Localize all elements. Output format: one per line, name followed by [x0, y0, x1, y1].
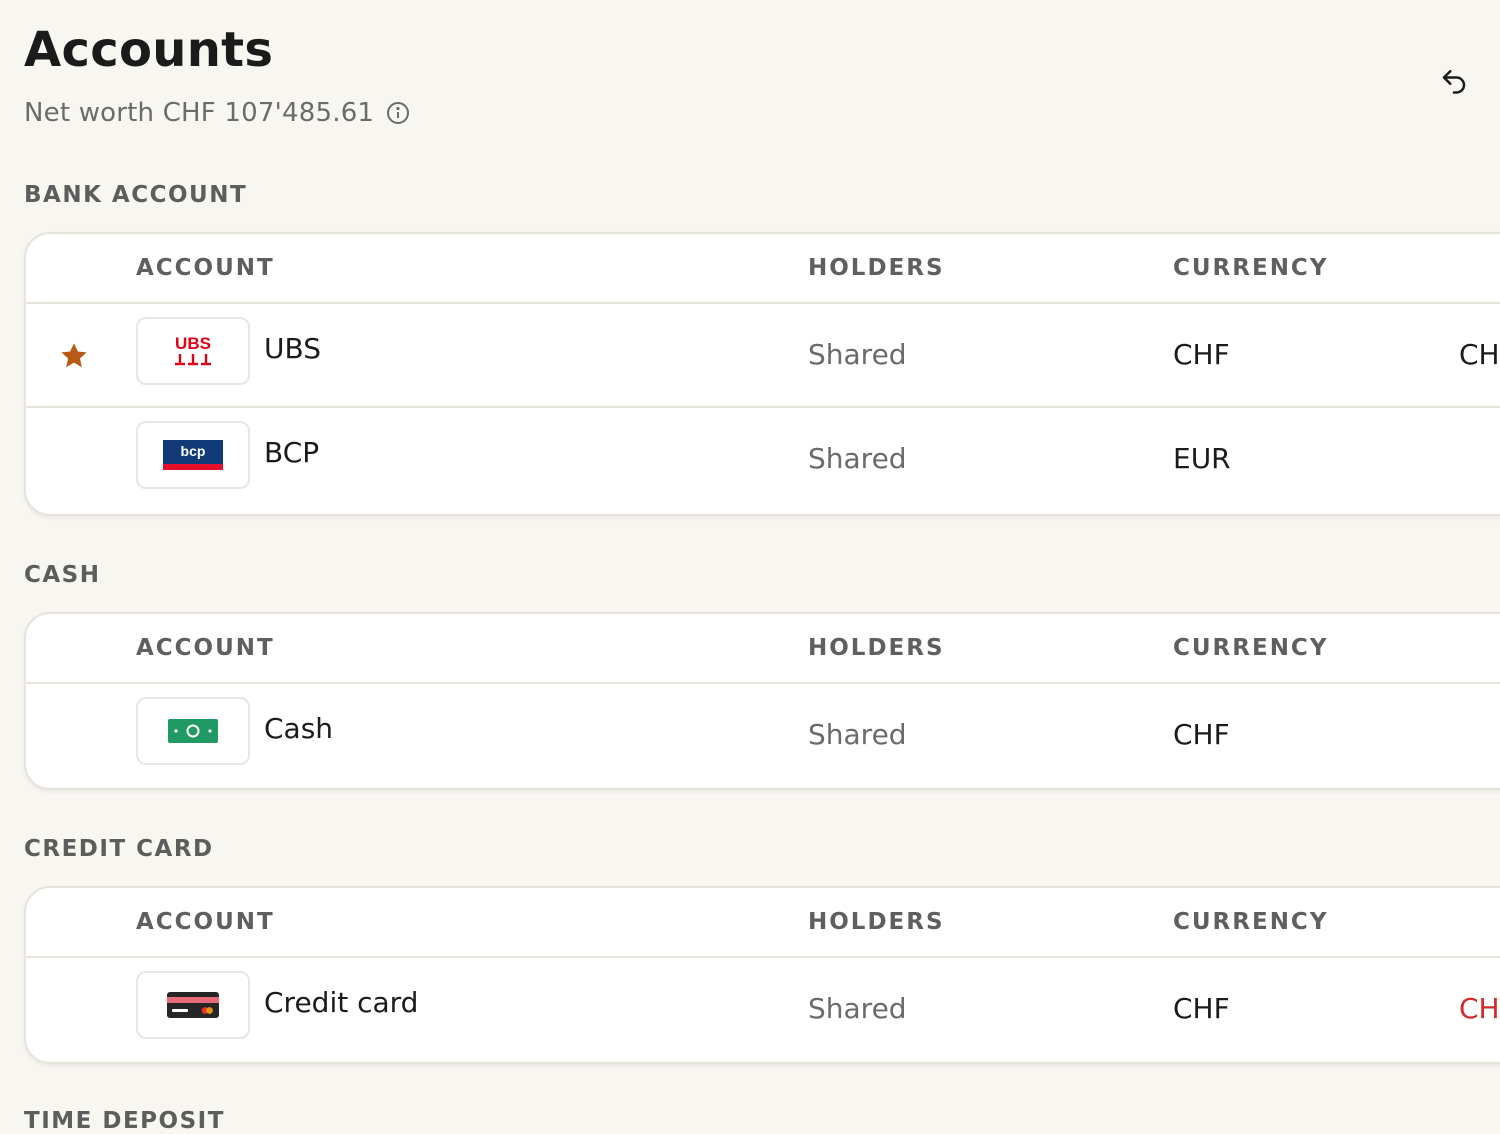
- account-currency: EUR: [1173, 442, 1231, 475]
- undo-icon: [1442, 70, 1466, 94]
- account-name: BCP: [264, 436, 320, 469]
- section-title-cash: CASH: [24, 562, 101, 588]
- info-icon[interactable]: [386, 101, 410, 125]
- undo-button[interactable]: [1436, 62, 1472, 98]
- account-holders: Shared: [808, 338, 907, 371]
- table-row[interactable]: Credit card Shared CHF CH: [26, 958, 1500, 1060]
- cash-table: ACCOUNT HOLDERS CURRENCY Cash Shared CHF: [24, 612, 1500, 790]
- column-account: ACCOUNT: [136, 909, 275, 935]
- ubs-logo-text: UBS: [175, 334, 211, 353]
- account-name: Cash: [264, 712, 334, 745]
- account-currency: CHF: [1173, 718, 1230, 751]
- net-worth-text: Net worth CHF 107'485.61: [24, 98, 375, 128]
- section-title-time-deposit: TIME DEPOSIT: [24, 1108, 225, 1134]
- account-name: UBS: [264, 332, 321, 365]
- column-currency[interactable]: CURRENCY: [1173, 614, 1328, 682]
- column-account: ACCOUNT: [136, 635, 275, 661]
- star-icon[interactable]: [58, 340, 90, 372]
- cash-icon: [136, 697, 250, 765]
- column-holders: HOLDERS: [808, 635, 945, 661]
- column-holders: HOLDERS: [808, 909, 945, 935]
- credit-card-table: ACCOUNT HOLDERS CURRENCY Credit card Sha…: [24, 886, 1500, 1064]
- column-account: ACCOUNT: [136, 255, 275, 281]
- table-header: ACCOUNT HOLDERS CURRENCY: [26, 614, 1500, 684]
- credit-card-icon: [136, 971, 250, 1039]
- account-name: Credit card: [264, 986, 419, 1019]
- section-title-credit-card: CREDIT CARD: [24, 836, 214, 862]
- table-row[interactable]: bcp BCP Shared EUR: [26, 406, 1500, 510]
- account-holders: Shared: [808, 718, 907, 751]
- account-balance: CH: [1459, 338, 1500, 371]
- account-balance: CH: [1459, 992, 1500, 1025]
- column-currency[interactable]: CURRENCY: [1173, 234, 1328, 302]
- account-currency: CHF: [1173, 338, 1230, 371]
- table-header: ACCOUNT HOLDERS CURRENCY: [26, 234, 1500, 304]
- account-holders: Shared: [808, 442, 907, 475]
- page-title: Accounts: [24, 22, 274, 78]
- table-row[interactable]: Cash Shared CHF: [26, 684, 1500, 786]
- bcp-logo: bcp: [136, 421, 250, 489]
- section-title-bank-account: BANK ACCOUNT: [24, 182, 248, 208]
- bank-account-table: ACCOUNT HOLDERS CURRENCY UBS UBS Shared …: [24, 232, 1500, 516]
- table-header: ACCOUNT HOLDERS CURRENCY: [26, 888, 1500, 958]
- ubs-logo: UBS: [136, 317, 250, 385]
- table-row[interactable]: UBS UBS Shared CHF CH: [26, 304, 1500, 406]
- column-currency[interactable]: CURRENCY: [1173, 888, 1328, 956]
- bcp-logo-text: bcp: [181, 443, 206, 459]
- account-currency: CHF: [1173, 992, 1230, 1025]
- column-holders: HOLDERS: [808, 255, 945, 281]
- account-holders: Shared: [808, 992, 907, 1025]
- net-worth: Net worth CHF 107'485.61: [24, 98, 410, 128]
